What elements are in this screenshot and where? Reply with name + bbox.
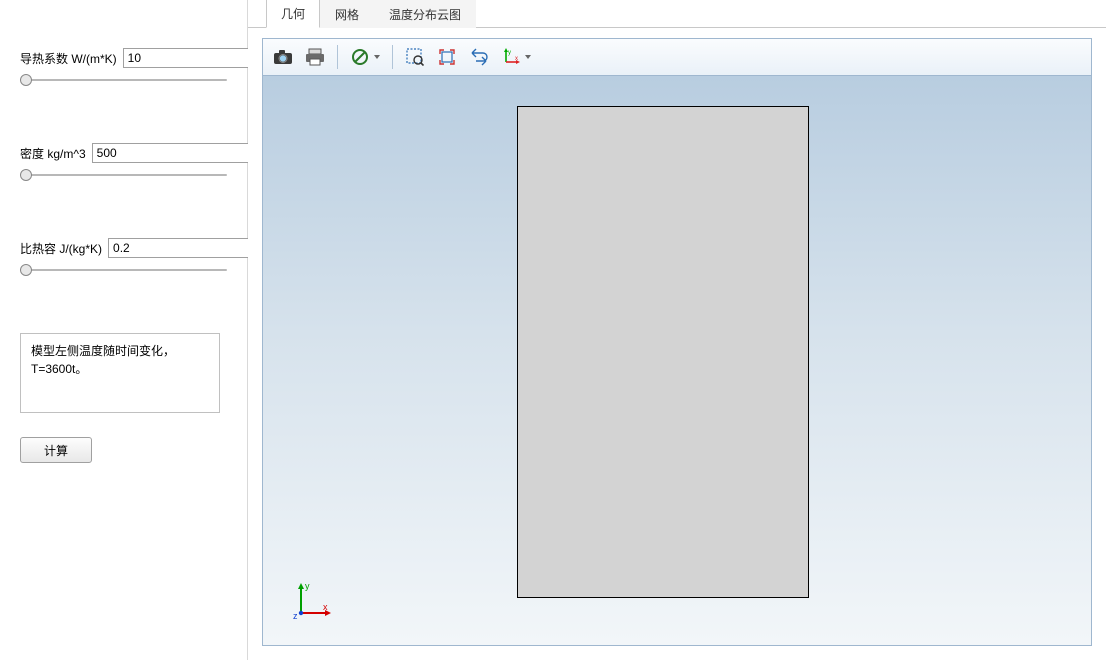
thermal-conductivity-slider[interactable]: [20, 72, 227, 88]
description-box: 模型左侧温度随时间变化，T=3600t。: [20, 333, 220, 413]
sidebar: 导热系数 W/(m*K) 密度 kg/m^3 比热容 J/(kg*K): [0, 0, 248, 660]
toolbar-separator: [392, 45, 393, 69]
axis-x-label: x: [323, 602, 328, 612]
specific-heat-slider[interactable]: [20, 262, 227, 278]
axis-z-label: z: [293, 611, 298, 621]
geometry-rectangle: [517, 106, 809, 598]
viewport-toolbar: yx: [262, 38, 1092, 76]
param-label: 导热系数 W/(m*K): [20, 50, 117, 67]
param-specific-heat: 比热容 J/(kg*K): [20, 238, 227, 278]
tab-geometry[interactable]: 几何: [266, 0, 320, 28]
density-input[interactable]: [92, 143, 257, 163]
axis-gizmo: y x z: [291, 579, 335, 623]
zoom-extents-icon[interactable]: [433, 43, 461, 71]
toolbar-separator: [337, 45, 338, 69]
tab-mesh[interactable]: 网格: [320, 0, 374, 28]
param-thermal-conductivity: 导热系数 W/(m*K): [20, 48, 227, 88]
no-symbol-icon[interactable]: [346, 43, 374, 71]
param-label: 比热容 J/(kg*K): [20, 240, 102, 257]
main-area: 几何 网格 温度分布云图: [248, 0, 1106, 660]
axis-y-label: y: [305, 581, 310, 591]
camera-icon[interactable]: [269, 43, 297, 71]
zoom-box-icon[interactable]: [401, 43, 429, 71]
geometry-viewport[interactable]: y x z: [262, 76, 1092, 646]
density-slider[interactable]: [20, 167, 227, 183]
svg-text:x: x: [515, 56, 518, 62]
compute-button[interactable]: 计算: [20, 437, 92, 463]
param-label: 密度 kg/m^3: [20, 145, 86, 162]
axes-icon[interactable]: yx: [497, 43, 525, 71]
svg-text:y: y: [508, 50, 511, 56]
tabbar: 几何 网格 温度分布云图: [248, 0, 1106, 28]
printer-icon[interactable]: [301, 43, 329, 71]
param-density: 密度 kg/m^3: [20, 143, 227, 183]
rotate-icon[interactable]: [465, 43, 493, 71]
tab-temperature-plot[interactable]: 温度分布云图: [374, 0, 476, 28]
